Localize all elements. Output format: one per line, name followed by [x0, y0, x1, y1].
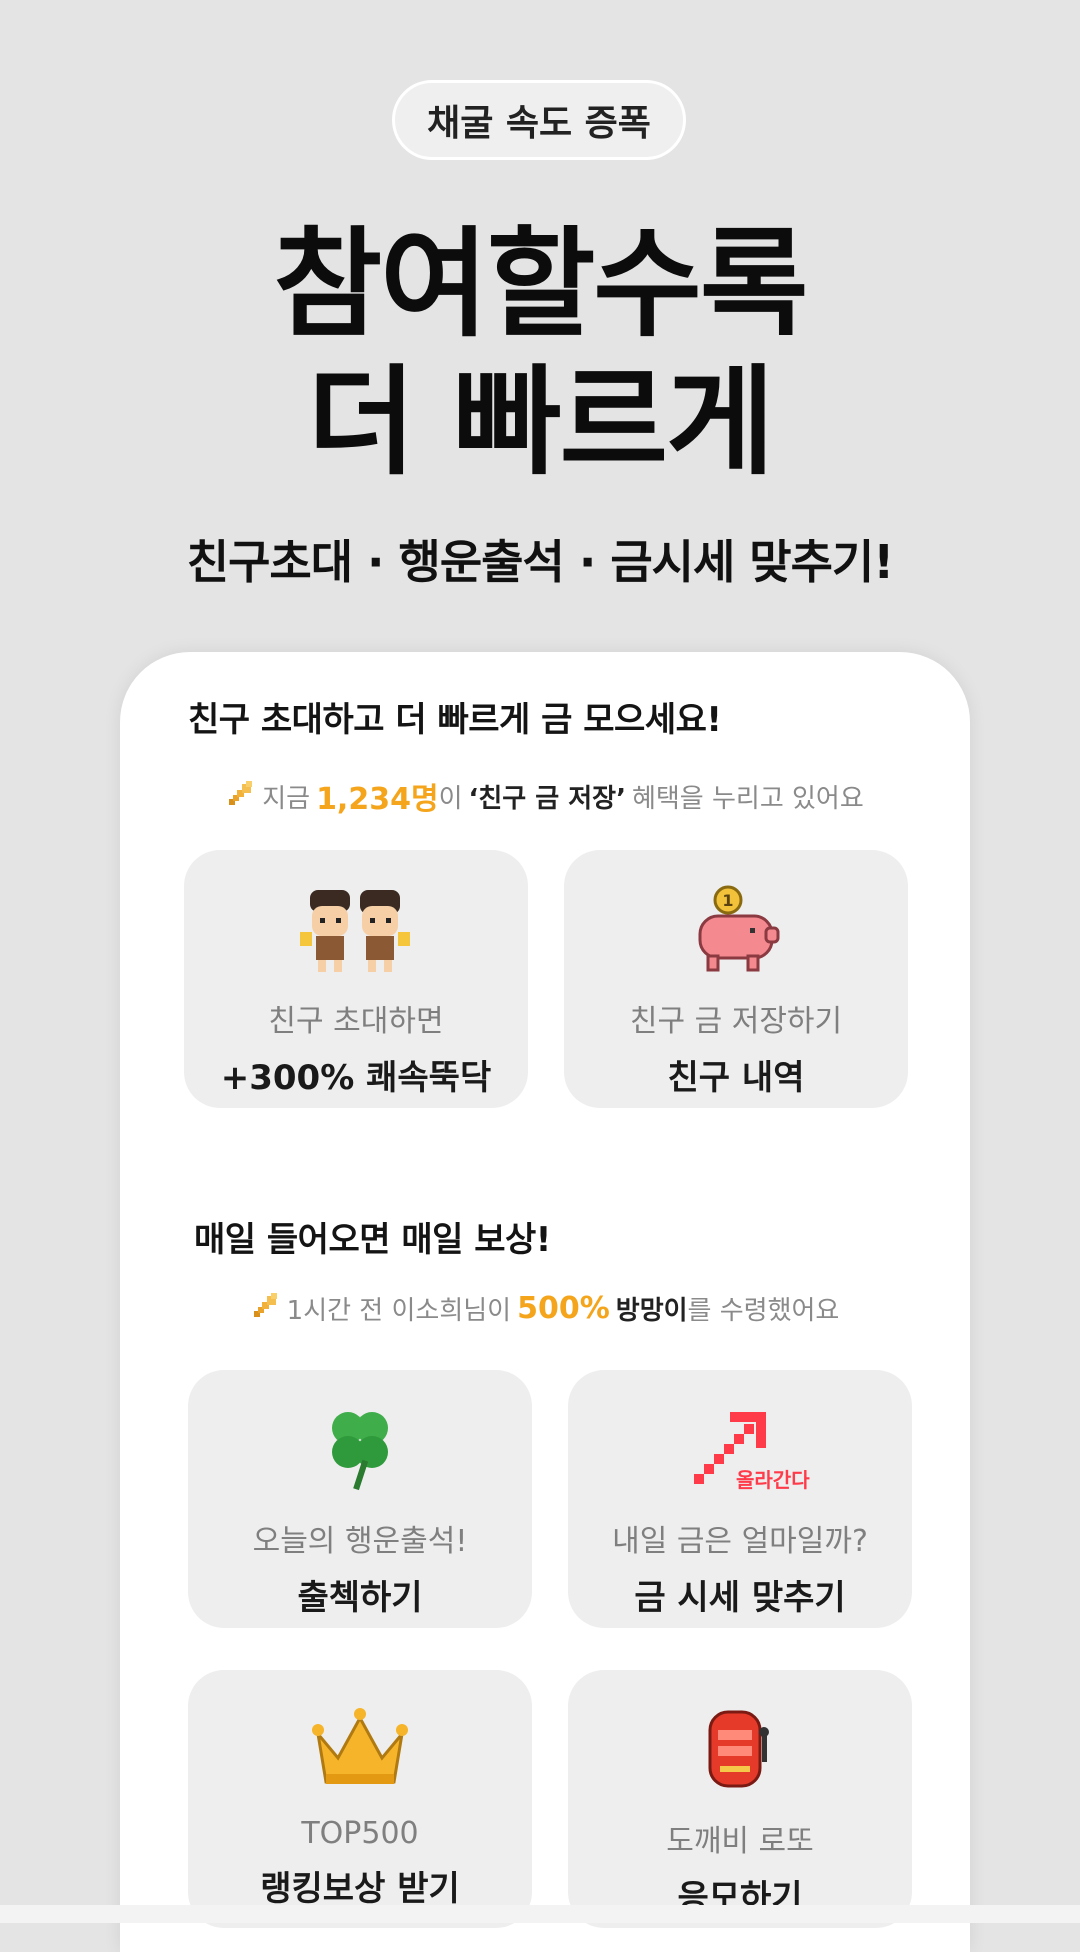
- clover-icon: [320, 1404, 400, 1496]
- gold-price-tile[interactable]: 올라간다 내일 금은 얼마일까? 금 시세 맞추기: [568, 1370, 912, 1628]
- tile-subtitle: 내일 금은 얼마일까?: [612, 1524, 868, 1559]
- cavemen-icon: [296, 884, 416, 976]
- lottery-tile[interactable]: 도깨비 로또 응모하기: [568, 1670, 912, 1928]
- tile-title: 금 시세 맞추기: [634, 1578, 846, 1618]
- tile-subtitle: TOP500: [301, 1816, 419, 1851]
- bottom-edge: [0, 1905, 1080, 1923]
- tile-title: 랭킹보상 받기: [260, 1869, 460, 1909]
- arrow-up-icon: 올라간다: [670, 1404, 810, 1496]
- headline-line-2: 더 빠르게: [307, 353, 774, 491]
- bat-icon: [226, 778, 256, 815]
- friends-count: 1,234명: [316, 782, 439, 817]
- arrow-label: 올라간다: [736, 1468, 810, 1492]
- attendance-tile[interactable]: 오늘의 행운출석! 출첵하기: [188, 1370, 532, 1628]
- friends-section-title: 친구 초대하고 더 빠르게 금 모으세요!: [188, 700, 722, 740]
- tile-title: +300% 쾌속뚝닥: [220, 1058, 492, 1098]
- tile-subtitle: 도깨비 로또: [666, 1824, 814, 1859]
- tile-subtitle: 오늘의 행운출석!: [252, 1524, 468, 1559]
- headline-line-1: 참여할수록: [273, 215, 809, 353]
- slot-machine-icon: [700, 1704, 780, 1796]
- tile-title: 출첵하기: [297, 1578, 423, 1618]
- daily-section-title: 매일 들어오면 매일 보상!: [194, 1220, 551, 1260]
- subheadline: 친구초대 · 행운출석 · 금시세 맞추기!: [186, 535, 894, 589]
- friends-notice: 지금 1,234명 이 ‘친구 금 저장’ 혜택을 누리고 있어요: [120, 774, 970, 818]
- piggy-bank-icon: 1: [688, 884, 784, 976]
- tile-title: 친구 내역: [667, 1058, 805, 1098]
- bat-icon: [251, 1290, 281, 1327]
- rewards-card: 친구 초대하고 더 빠르게 금 모으세요! 지금 1,234명 이 ‘친구 금 저…: [120, 652, 970, 1952]
- feature-badge: 채굴 속도 증폭: [392, 80, 686, 160]
- ranking-tile[interactable]: TOP500 랭킹보상 받기: [188, 1670, 532, 1928]
- tile-subtitle: 친구 금 저장하기: [629, 1004, 843, 1039]
- crown-icon: [312, 1704, 408, 1796]
- tile-subtitle: 친구 초대하면: [268, 1004, 444, 1039]
- reward-percent: 500%: [517, 1291, 610, 1326]
- invite-friends-tile[interactable]: 친구 초대하면 +300% 쾌속뚝닥: [184, 850, 528, 1108]
- friend-history-tile[interactable]: 1 친구 금 저장하기 친구 내역: [564, 850, 908, 1108]
- daily-notice: 1시간 전 이소희님이 500% 방망이 를 수령했어요: [120, 1290, 970, 1327]
- svg-text:1: 1: [722, 891, 733, 910]
